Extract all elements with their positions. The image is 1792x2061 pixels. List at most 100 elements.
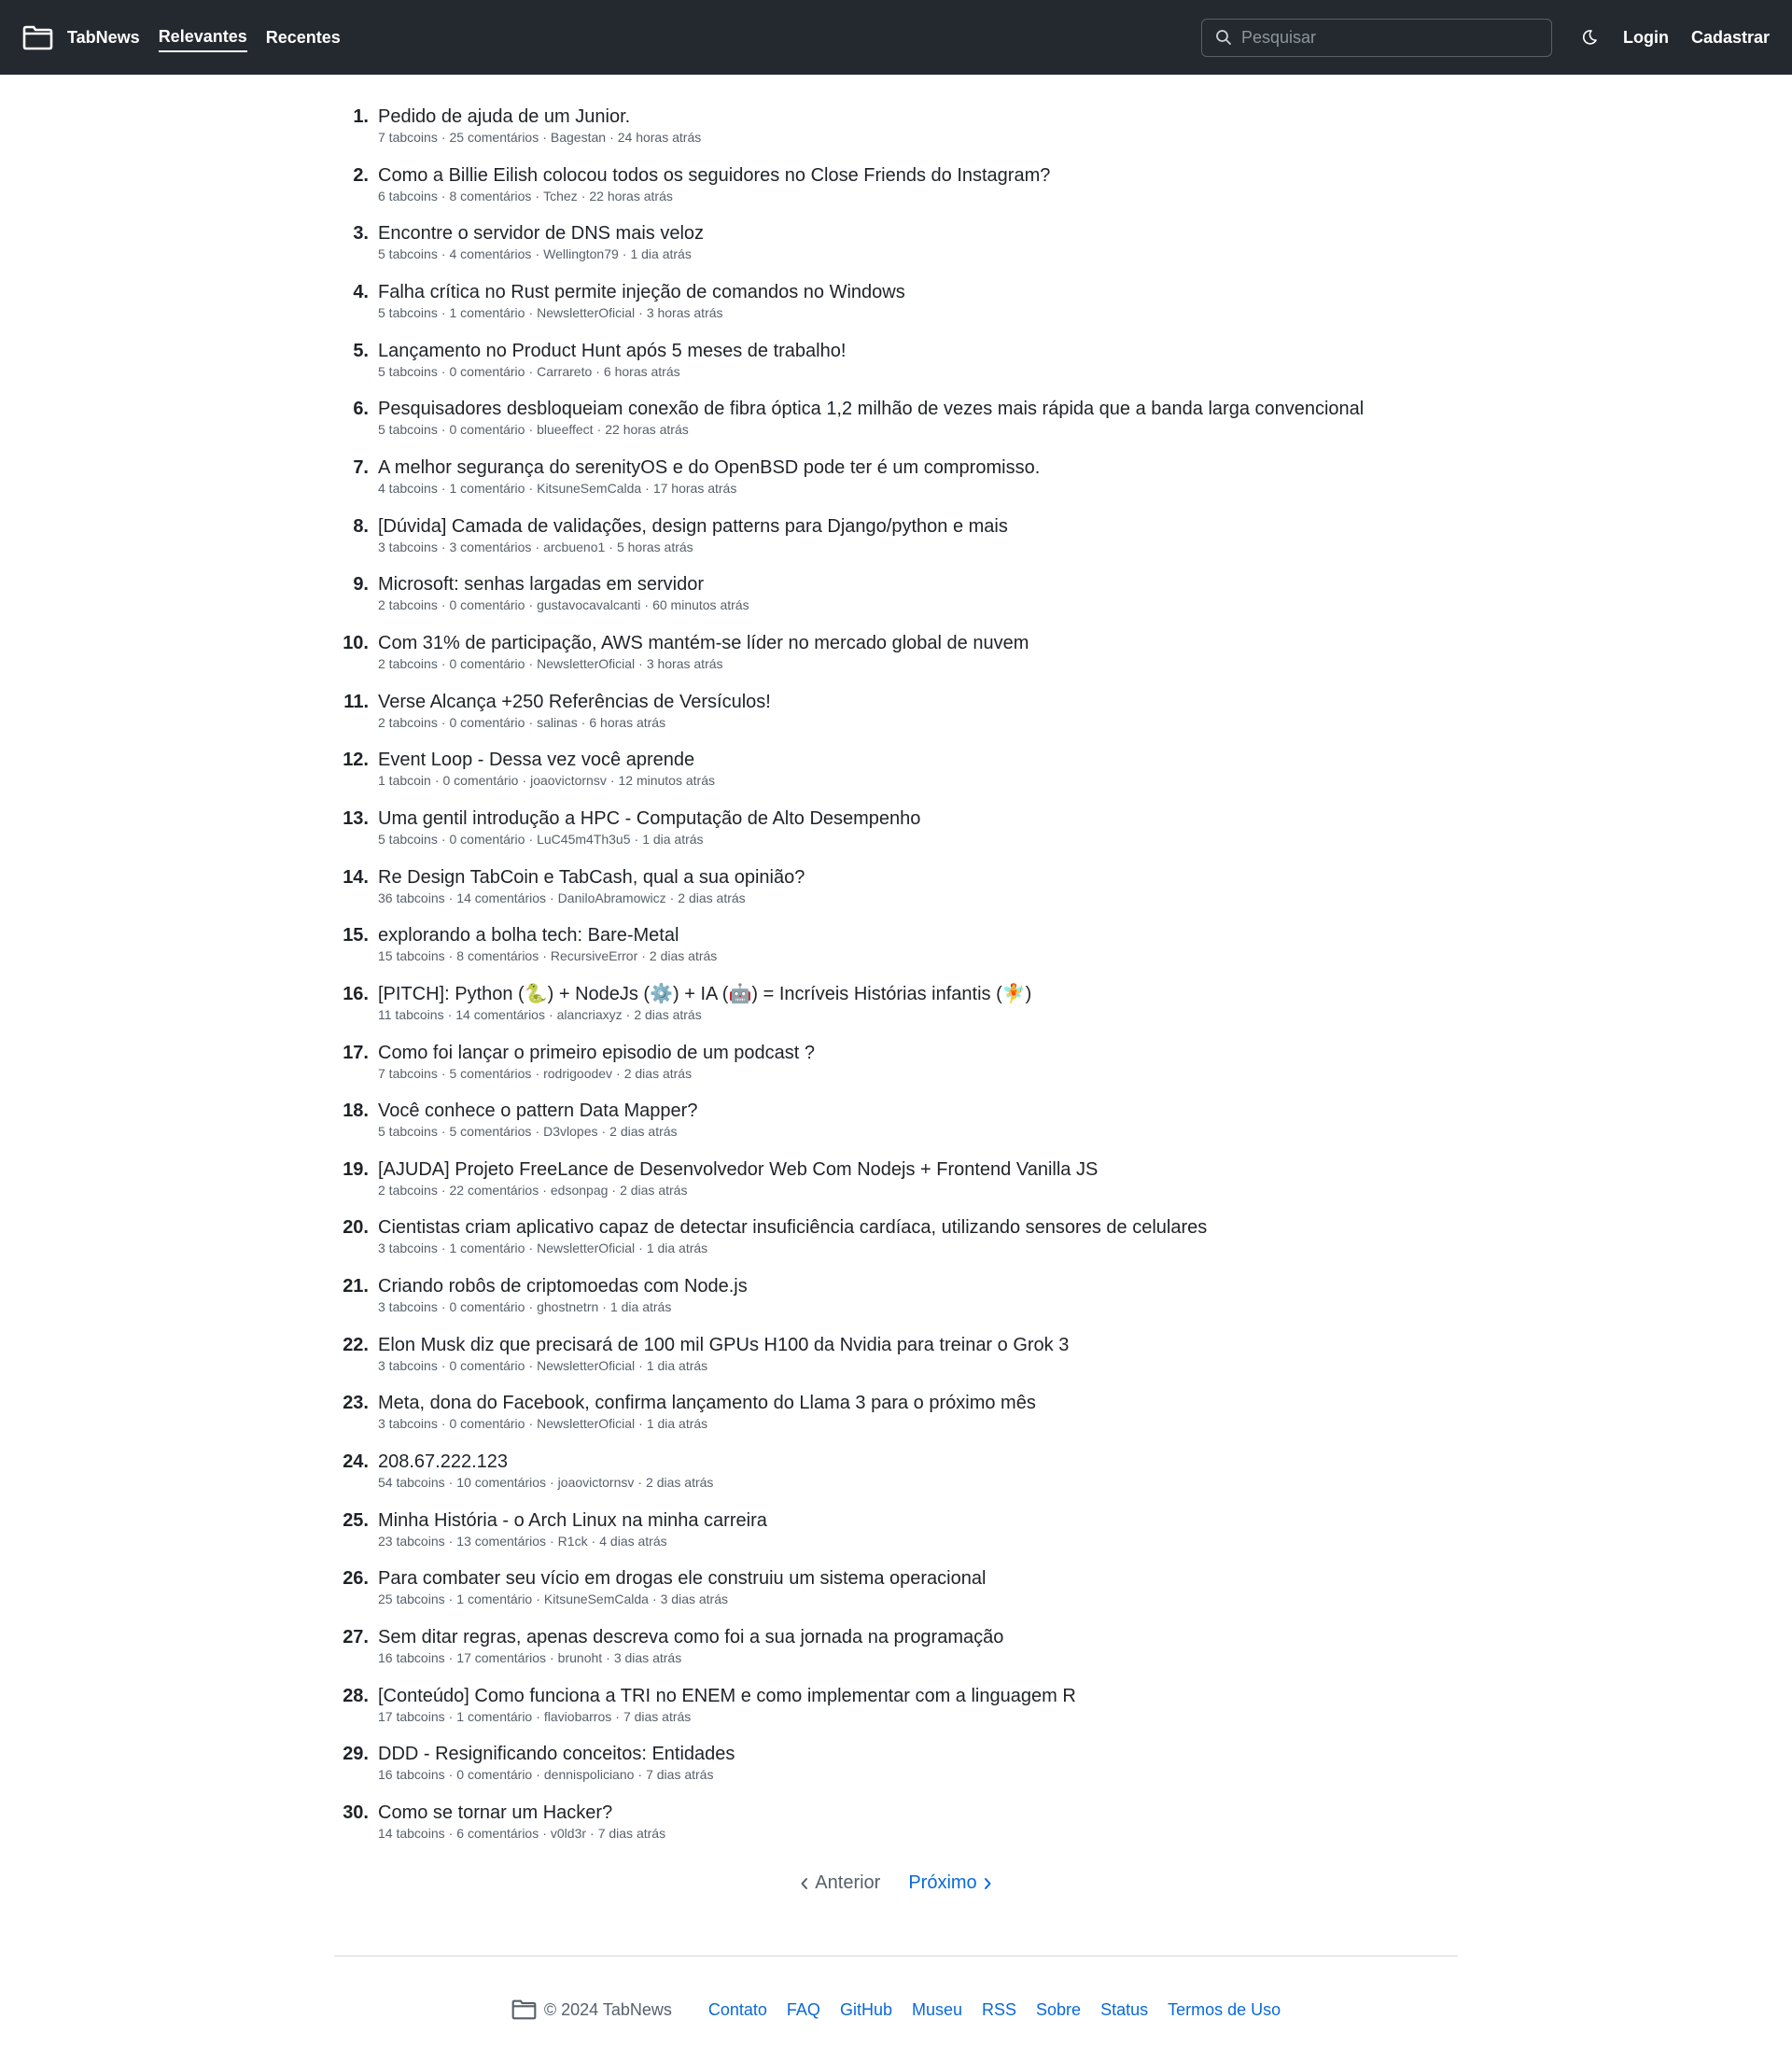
post-comments-link[interactable]: 0 comentário — [443, 773, 519, 788]
post-title-link[interactable]: [Dúvida] Camada de validações, design pa… — [378, 514, 1008, 539]
post-title-link[interactable]: Para combater seu vício em drogas ele co… — [378, 1566, 986, 1591]
footer-link-museu[interactable]: Museu — [912, 2000, 962, 2020]
post-author-link[interactable]: NewsletterOficial — [537, 1416, 635, 1431]
post-title-link[interactable]: Encontre o servidor de DNS mais veloz — [378, 221, 704, 245]
nav-relevantes[interactable]: Relevantes — [158, 23, 247, 52]
post-author-link[interactable]: RecursiveError — [551, 948, 637, 963]
post-author-link[interactable]: salinas — [537, 715, 578, 730]
post-comments-link[interactable]: 0 comentário — [450, 832, 525, 847]
post-author-link[interactable]: NewsletterOficial — [537, 656, 635, 671]
post-author-link[interactable]: DaniloAbramowicz — [558, 890, 666, 905]
post-comments-link[interactable]: 0 comentário — [450, 715, 525, 730]
post-comments-link[interactable]: 1 comentário — [450, 305, 525, 320]
post-title-link[interactable]: Verse Alcança +250 Referências de Versíc… — [378, 690, 771, 714]
post-author-link[interactable]: arcbueno1 — [543, 540, 605, 554]
post-author-link[interactable]: Wellington79 — [543, 246, 619, 261]
post-comments-link[interactable]: 0 comentário — [456, 1767, 532, 1782]
post-title-link[interactable]: Com 31% de participação, AWS mantém-se l… — [378, 631, 1029, 655]
post-comments-link[interactable]: 8 comentários — [450, 189, 532, 203]
post-comments-link[interactable]: 3 comentários — [450, 540, 532, 554]
post-comments-link[interactable]: 25 comentários — [450, 130, 539, 145]
post-comments-link[interactable]: 1 comentário — [450, 481, 525, 496]
home-link[interactable]: TabNews — [22, 25, 140, 50]
post-comments-link[interactable]: 0 comentário — [450, 1416, 525, 1431]
post-comments-link[interactable]: 10 comentários — [456, 1475, 546, 1490]
post-title-link[interactable]: Microsoft: senhas largadas em servidor — [378, 572, 749, 596]
post-author-link[interactable]: KitsuneSemCalda — [537, 481, 641, 496]
post-title-link[interactable]: Event Loop - Dessa vez você aprende — [378, 748, 715, 772]
post-comments-link[interactable]: 17 comentários — [456, 1650, 546, 1665]
post-author-link[interactable]: NewsletterOficial — [537, 305, 635, 320]
post-comments-link[interactable]: 6 comentários — [456, 1826, 539, 1841]
post-comments-link[interactable]: 13 comentários — [456, 1534, 546, 1549]
post-comments-link[interactable]: 22 comentários — [450, 1183, 539, 1198]
post-title-link[interactable]: Como foi lançar o primeiro episodio de u… — [378, 1041, 815, 1065]
post-comments-link[interactable]: 0 comentário — [450, 364, 525, 379]
post-title-link[interactable]: 208.67.222.123 — [378, 1450, 713, 1474]
post-comments-link[interactable]: 0 comentário — [450, 422, 525, 437]
post-author-link[interactable]: LuC45m4Th3u5 — [537, 832, 630, 847]
post-author-link[interactable]: dennispoliciano — [544, 1767, 635, 1782]
post-author-link[interactable]: R1ck — [558, 1534, 588, 1549]
post-title-link[interactable]: Lançamento no Product Hunt após 5 meses … — [378, 339, 846, 363]
post-author-link[interactable]: KitsuneSemCalda — [544, 1591, 649, 1606]
post-title-link[interactable]: Pedido de ajuda de um Junior. — [378, 105, 701, 129]
post-comments-link[interactable]: 4 comentários — [450, 246, 532, 261]
post-comments-link[interactable]: 14 comentários — [455, 1007, 545, 1022]
footer-link-termos[interactable]: Termos de Uso — [1168, 2000, 1281, 2020]
footer-link-github[interactable]: GitHub — [840, 2000, 892, 2020]
footer-link-sobre[interactable]: Sobre — [1036, 2000, 1081, 2020]
post-title-link[interactable]: DDD - Resignificando conceitos: Entidade… — [378, 1742, 735, 1766]
post-title-link[interactable]: Como a Billie Eilish colocou todos os se… — [378, 163, 1050, 188]
post-title-link[interactable]: explorando a bolha tech: Bare-Metal — [378, 923, 717, 947]
previous-page-button[interactable]: Anterior — [800, 1872, 880, 1894]
post-title-link[interactable]: Como se tornar um Hacker? — [378, 1801, 665, 1825]
post-title-link[interactable]: Criando robôs de criptomoedas com Node.j… — [378, 1274, 748, 1298]
theme-toggle-button[interactable] — [1578, 26, 1601, 49]
post-author-link[interactable]: gustavocavalcanti — [537, 597, 640, 612]
post-author-link[interactable]: NewsletterOficial — [537, 1241, 635, 1255]
post-title-link[interactable]: A melhor segurança do serenityOS e do Op… — [378, 456, 1040, 480]
post-author-link[interactable]: flaviobarros — [544, 1709, 611, 1724]
post-author-link[interactable]: v0ld3r — [551, 1826, 586, 1841]
footer-link-contato[interactable]: Contato — [708, 2000, 767, 2020]
post-comments-link[interactable]: 14 comentários — [456, 890, 546, 905]
signup-link[interactable]: Cadastrar — [1691, 28, 1770, 48]
search-box[interactable] — [1200, 18, 1552, 57]
post-comments-link[interactable]: 0 comentário — [450, 656, 525, 671]
post-title-link[interactable]: Re Design TabCoin e TabCash, qual a sua … — [378, 865, 805, 890]
post-title-link[interactable]: Minha História - o Arch Linux na minha c… — [378, 1508, 767, 1533]
post-comments-link[interactable]: 0 comentário — [450, 1358, 525, 1373]
post-author-link[interactable]: blueeffect — [537, 422, 593, 437]
post-title-link[interactable]: [PITCH]: Python (🐍) + NodeJs (⚙️) + IA (… — [378, 982, 1031, 1006]
post-title-link[interactable]: Você conhece o pattern Data Mapper? — [378, 1099, 697, 1123]
post-author-link[interactable]: rodrigoodev — [543, 1066, 612, 1081]
post-comments-link[interactable]: 0 comentário — [450, 597, 525, 612]
post-title-link[interactable]: [Conteúdo] Como funciona a TRI no ENEM e… — [378, 1684, 1076, 1708]
post-author-link[interactable]: edsonpag — [551, 1183, 609, 1198]
post-author-link[interactable]: alancriaxyz — [557, 1007, 623, 1022]
post-comments-link[interactable]: 0 comentário — [450, 1299, 525, 1314]
post-title-link[interactable]: Uma gentil introdução a HPC - Computação… — [378, 806, 920, 831]
post-comments-link[interactable]: 5 comentários — [450, 1066, 532, 1081]
post-comments-link[interactable]: 1 comentário — [456, 1591, 532, 1606]
post-title-link[interactable]: Pesquisadores desbloqueiam conexão de fi… — [378, 397, 1364, 421]
post-author-link[interactable]: brunoht — [558, 1650, 602, 1665]
post-author-link[interactable]: joaovictornsv — [558, 1475, 635, 1490]
post-title-link[interactable]: Elon Musk diz que precisará de 100 mil G… — [378, 1333, 1069, 1357]
login-link[interactable]: Login — [1623, 28, 1669, 48]
post-author-link[interactable]: joaovictornsv — [530, 773, 607, 788]
footer-link-rss[interactable]: RSS — [982, 2000, 1016, 2020]
next-page-button[interactable]: Próximo — [908, 1872, 991, 1894]
footer-link-status[interactable]: Status — [1100, 2000, 1148, 2020]
post-comments-link[interactable]: 8 comentários — [456, 948, 539, 963]
post-comments-link[interactable]: 1 comentário — [450, 1241, 525, 1255]
nav-recentes[interactable]: Recentes — [266, 24, 341, 51]
post-comments-link[interactable]: 5 comentários — [450, 1124, 532, 1139]
post-title-link[interactable]: [AJUDA] Projeto FreeLance de Desenvolved… — [378, 1157, 1098, 1182]
post-title-link[interactable]: Sem ditar regras, apenas descreva como f… — [378, 1625, 1003, 1649]
post-title-link[interactable]: Cientistas criam aplicativo capaz de det… — [378, 1215, 1207, 1240]
footer-link-faq[interactable]: FAQ — [787, 2000, 820, 2020]
post-author-link[interactable]: D3vlopes — [543, 1124, 597, 1139]
post-comments-link[interactable]: 1 comentário — [456, 1709, 532, 1724]
